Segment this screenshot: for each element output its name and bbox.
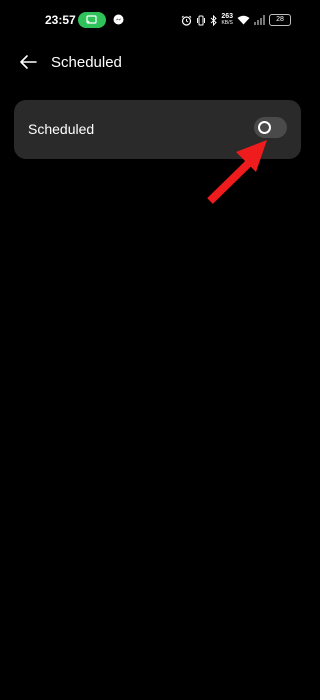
page-title: Scheduled [51,54,122,71]
scheduled-setting-card: Scheduled [14,100,301,159]
alarm-icon [181,15,192,26]
net-speed-unit: KB/S [221,20,233,26]
header: Scheduled [0,44,315,80]
status-icons: 263 KB/S 28 [181,12,291,28]
toggle-knob [258,121,271,134]
scheduled-label: Scheduled [28,121,95,137]
bluetooth-icon [210,14,218,26]
wifi-icon [237,15,250,25]
net-speed: 263 KB/S [221,13,233,26]
scheduled-toggle[interactable] [254,117,287,138]
back-button[interactable] [14,50,42,74]
arrow-left-icon [20,55,37,69]
vibrate-icon [197,15,206,25]
messenger-icon [113,14,124,25]
signal-icon [254,15,265,25]
screen: 23:57 263 KB/S 28 Scheduled Scheduled [0,0,315,700]
cast-icon [86,15,97,24]
status-bar: 23:57 263 KB/S 28 [0,0,315,40]
status-time: 23:57 [45,13,76,27]
battery-icon: 28 [269,14,291,26]
cast-indicator[interactable] [78,12,106,28]
